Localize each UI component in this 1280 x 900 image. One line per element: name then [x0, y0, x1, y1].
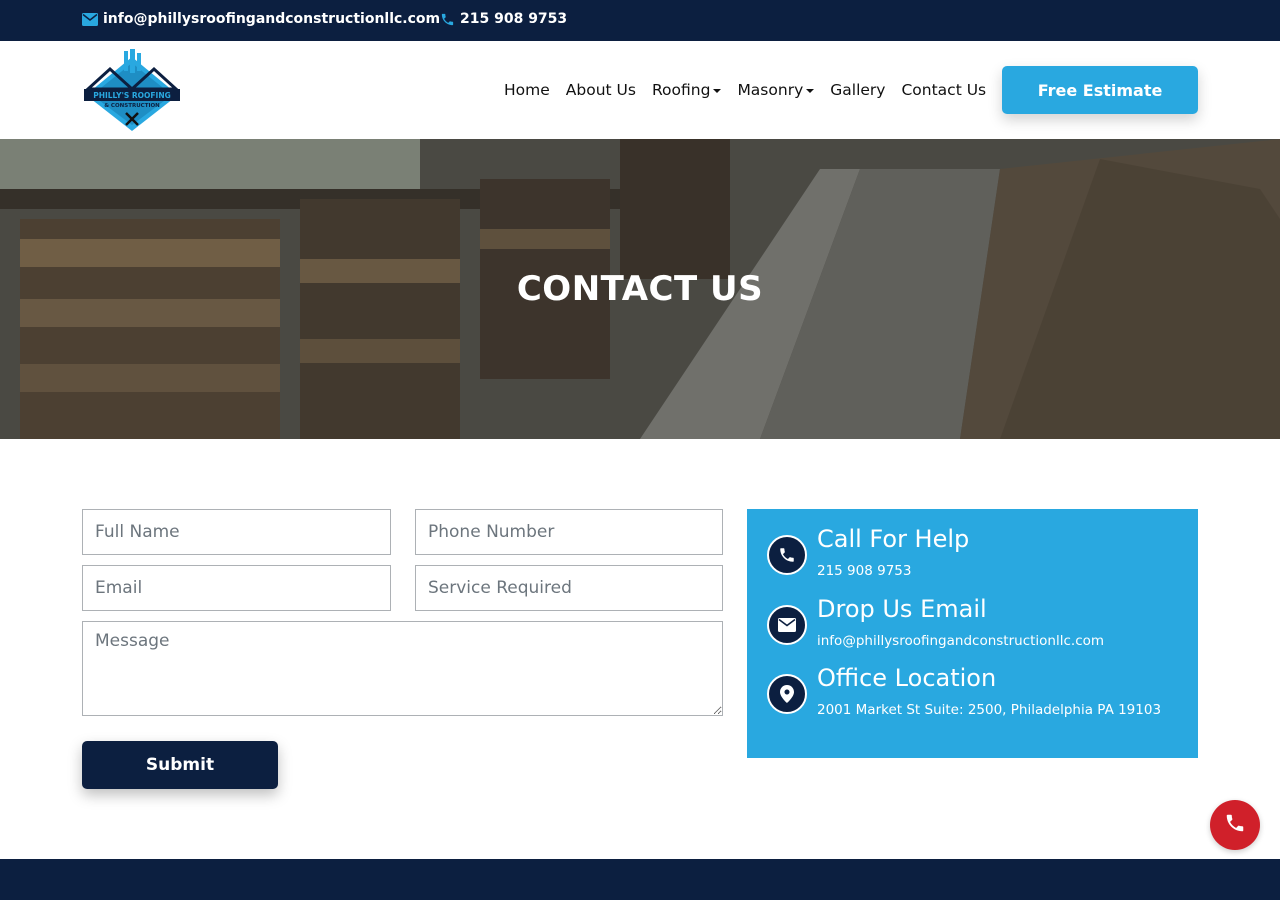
map-marker-icon	[767, 674, 807, 714]
hero-banner: CONTACT US	[0, 139, 1280, 439]
topbar-email-text: info@phillysroofingandconstructionllc.co…	[103, 11, 441, 27]
phone-number-input[interactable]	[415, 509, 723, 555]
office-location-title: Office Location	[817, 664, 997, 692]
topbar-phone[interactable]: 215 908 9753	[440, 11, 567, 27]
email-input[interactable]	[82, 565, 391, 611]
caret-down-icon	[806, 89, 815, 93]
service-required-input[interactable]	[415, 565, 723, 611]
nav-masonry-label: Masonry	[737, 81, 804, 99]
site-header: PHILLY'S ROOFING & CONSTRUCTION Home Abo…	[0, 41, 1280, 139]
topbar-phone-text: 215 908 9753	[460, 11, 568, 27]
phone-icon	[440, 12, 455, 27]
call-for-help-phone[interactable]: 215 908 9753	[817, 563, 911, 579]
nav-home-label: Home	[504, 81, 550, 99]
site-footer	[0, 859, 1280, 900]
nav-contact-us-label: Contact Us	[901, 81, 987, 99]
drop-us-email-address[interactable]: info@phillysroofingandconstructionllc.co…	[817, 633, 1104, 649]
logo-text-line1: PHILLY'S ROOFING	[93, 91, 171, 100]
logo-text-line2: & CONSTRUCTION	[104, 103, 160, 109]
caret-down-icon	[713, 89, 722, 93]
floating-call-button[interactable]	[1210, 800, 1260, 850]
envelope-icon	[767, 605, 807, 645]
nav-about-us[interactable]: About Us	[558, 81, 644, 99]
message-textarea[interactable]	[82, 621, 723, 716]
office-location-address: 2001 Market St Suite: 2500, Philadelphia…	[817, 702, 1162, 718]
envelope-icon	[82, 12, 98, 26]
free-estimate-button[interactable]: Free Estimate	[1002, 66, 1198, 114]
nav-gallery-label: Gallery	[830, 81, 886, 99]
main-nav: Home About Us Roofing Masonry Gallery Co…	[496, 41, 994, 139]
call-for-help-title: Call For Help	[817, 525, 970, 553]
nav-gallery[interactable]: Gallery	[822, 81, 893, 99]
submit-button[interactable]: Submit	[82, 741, 278, 789]
contact-info-panel: Call For Help 215 908 9753 Drop Us Email…	[747, 509, 1198, 758]
nav-masonry-dropdown[interactable]: Masonry	[729, 81, 822, 99]
nav-roofing-label: Roofing	[651, 81, 711, 99]
full-name-input[interactable]	[82, 509, 391, 555]
topbar-email[interactable]: info@phillysroofingandconstructionllc.co…	[82, 11, 440, 27]
nav-contact-us[interactable]: Contact Us	[893, 81, 994, 99]
nav-home[interactable]: Home	[496, 81, 558, 99]
nav-about-us-label: About Us	[565, 81, 636, 99]
drop-us-email-title: Drop Us Email	[817, 595, 987, 623]
page-title: CONTACT US	[516, 269, 764, 309]
phone-icon	[1224, 812, 1246, 838]
nav-roofing-dropdown[interactable]: Roofing	[644, 81, 729, 99]
company-logo[interactable]: PHILLY'S ROOFING & CONSTRUCTION	[82, 49, 182, 131]
phone-icon	[767, 535, 807, 575]
top-contact-bar: info@phillysroofingandconstructionllc.co…	[0, 0, 1280, 41]
